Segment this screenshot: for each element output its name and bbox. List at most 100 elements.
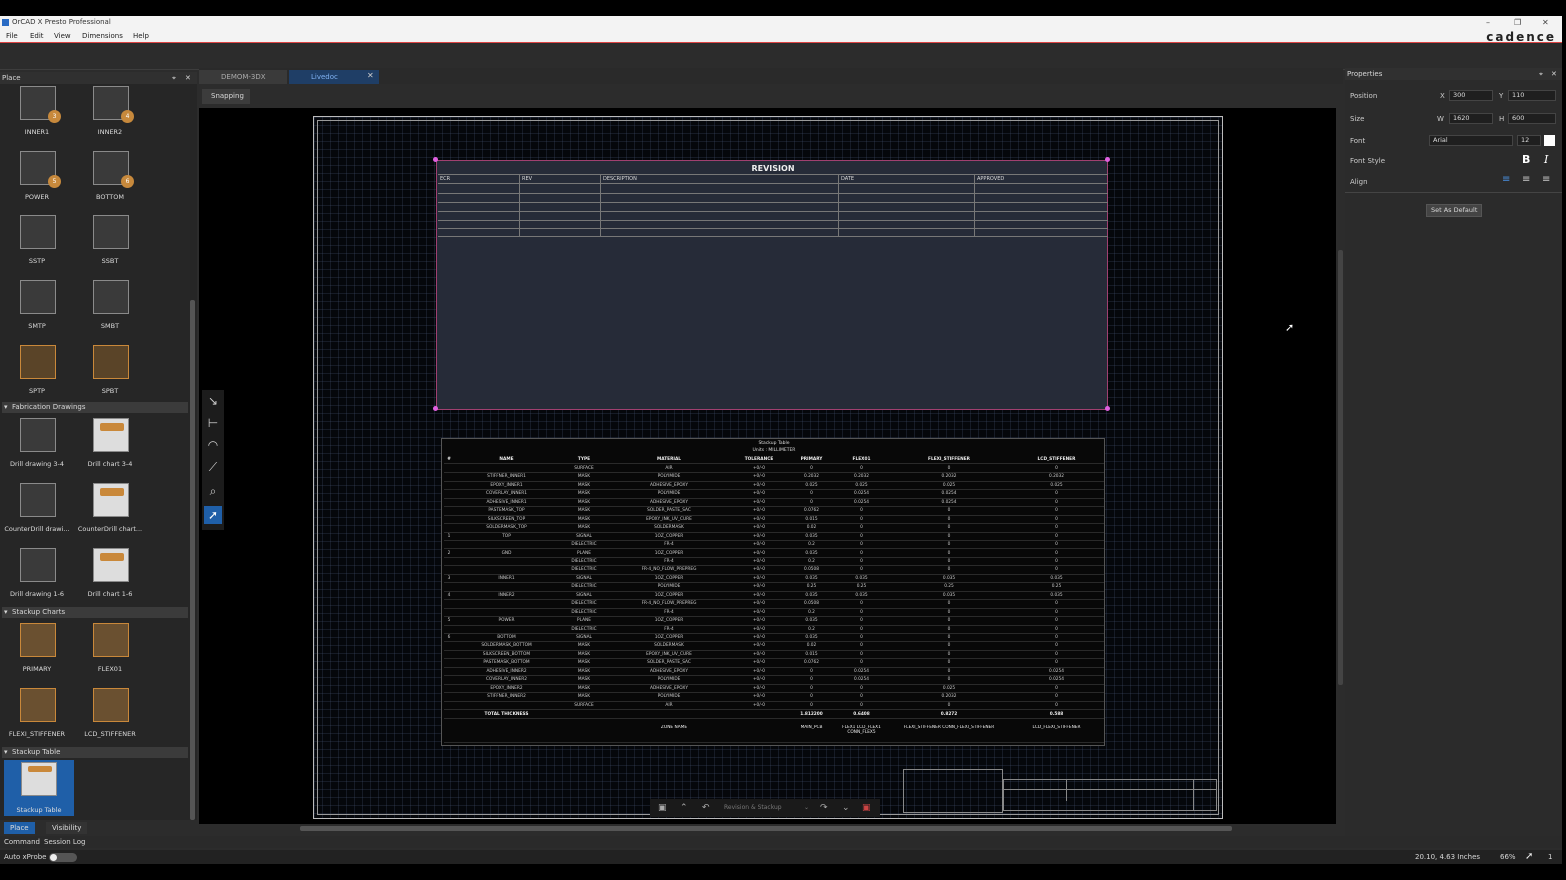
- tab-place[interactable]: Place: [4, 822, 35, 834]
- selection-handle[interactable]: [433, 406, 438, 411]
- align-left-icon[interactable]: ≡: [1502, 174, 1510, 185]
- stackup-cell: PLANE: [577, 618, 591, 624]
- align-right-icon[interactable]: ≡: [1542, 174, 1550, 185]
- tab-close-icon[interactable]: ✕: [367, 71, 374, 80]
- undo-icon[interactable]: ↶: [702, 799, 710, 817]
- font-color-swatch[interactable]: [1544, 135, 1555, 146]
- menu-file[interactable]: File: [6, 29, 18, 43]
- section-fabrication-drawings[interactable]: Fabrication Drawings: [2, 402, 188, 413]
- size-w-input[interactable]: 1620: [1449, 113, 1493, 124]
- line-arrow-icon[interactable]: ↘: [204, 392, 222, 410]
- status-bar: Auto xProbe 20.10, 4.63 Inches 66% ➚ 1: [0, 850, 1562, 864]
- place-item-inner1[interactable]: 3 INNER1: [2, 84, 72, 146]
- arc-icon[interactable]: ◠: [204, 436, 222, 454]
- page-icon[interactable]: ▣: [658, 799, 667, 817]
- set-as-default-button[interactable]: Set As Default: [1426, 204, 1483, 217]
- size-h-input[interactable]: 600: [1508, 113, 1556, 124]
- canvas-horizontal-scrollbar[interactable]: [300, 826, 1232, 831]
- place-item-bottom[interactable]: 6 BOTTOM: [75, 149, 145, 211]
- stackup-cell: 0: [860, 516, 863, 522]
- stackup-table[interactable]: Stackup Table Units : MILLIMETER # NAME TY…: [441, 438, 1105, 746]
- stackup-cell: FLEXI_STIFFENER CONN_FLEXI_STIFFENER: [903, 725, 995, 731]
- selection-handle[interactable]: [1105, 406, 1110, 411]
- font-size-select[interactable]: 12: [1517, 135, 1541, 146]
- place-item-flex01[interactable]: FLEX01: [75, 621, 145, 683]
- font-select[interactable]: Arial: [1429, 135, 1513, 146]
- place-item-flexi-stiffener[interactable]: FLEXI_STIFFENER: [2, 686, 72, 748]
- collapse-up-icon[interactable]: ⌃: [680, 799, 688, 817]
- menu-dimensions[interactable]: Dimensions: [82, 29, 123, 43]
- layer-icon: 4: [93, 86, 134, 123]
- select-cursor-icon[interactable]: ➚: [204, 506, 222, 524]
- place-item-drill-drawing-1-6[interactable]: Drill drawing 1-6: [2, 546, 72, 608]
- place-item-spbt[interactable]: SPBT: [75, 343, 145, 405]
- expand-down-icon[interactable]: ⌄: [842, 799, 850, 817]
- place-item-counterdrill-chart[interactable]: CounterDrill chart...: [75, 481, 145, 543]
- floating-toolbar: ▣ ⌃ ↶ Revision & Stackup ⌄ ↷ ⌄ ▣: [650, 799, 880, 817]
- tab-command[interactable]: Command: [4, 836, 40, 848]
- minimize-icon[interactable]: –: [1486, 16, 1490, 29]
- revision-col-rev: REV: [522, 176, 533, 182]
- panel-close-icon[interactable]: ✕: [1551, 68, 1557, 80]
- place-item-inner2[interactable]: 4 INNER2: [75, 84, 145, 146]
- place-item-counterdrill-drawing[interactable]: CounterDrill drawi...: [2, 481, 72, 543]
- stackup-cell: 0: [947, 609, 951, 615]
- place-item-power[interactable]: 5 POWER: [2, 149, 72, 211]
- italic-button[interactable]: I: [1544, 153, 1548, 166]
- section-stackup-charts[interactable]: Stackup Charts: [2, 607, 188, 618]
- place-item-ssbt[interactable]: SSBT: [75, 213, 145, 275]
- stackup-cell: SOLDERMASK_TOP: [486, 525, 527, 531]
- tab-livedoc[interactable]: Livedoc: [289, 70, 379, 84]
- menu-edit[interactable]: Edit: [30, 29, 44, 43]
- stackup-cell: 0: [860, 702, 863, 708]
- place-item-smtp[interactable]: SMTP: [2, 278, 72, 340]
- stackup-cell: 0: [947, 558, 951, 564]
- menu-help[interactable]: Help: [133, 29, 149, 43]
- stackup-cell: 0: [860, 525, 863, 531]
- stackup-cell: 0.0254: [853, 491, 870, 497]
- align-center-icon[interactable]: ≡: [1522, 174, 1530, 185]
- pin-icon[interactable]: ⌖: [172, 72, 176, 84]
- menu-view[interactable]: View: [54, 29, 71, 43]
- chevron-down-icon[interactable]: ⌄: [804, 799, 809, 817]
- tab-visibility[interactable]: Visibility: [46, 822, 88, 834]
- auto-xprobe-toggle[interactable]: [49, 853, 77, 862]
- tab-demom-3dx[interactable]: DEMOM-3DX: [199, 70, 287, 84]
- selection-handle[interactable]: [1105, 157, 1110, 162]
- zoom-icon[interactable]: ⌕: [204, 482, 222, 500]
- place-item-drill-chart-3-4[interactable]: Drill chart 3-4: [75, 416, 145, 478]
- delete-page-icon[interactable]: ▣: [862, 799, 871, 817]
- place-item-sstp[interactable]: SSTP: [2, 213, 72, 275]
- stackup-cell: 0: [860, 533, 863, 539]
- snapping-button[interactable]: Snapping: [202, 89, 250, 104]
- pin-icon[interactable]: ⌖: [1539, 68, 1543, 80]
- place-item-smbt[interactable]: SMBT: [75, 278, 145, 340]
- panel-close-icon[interactable]: ✕: [185, 72, 191, 84]
- tab-session-log[interactable]: Session Log: [44, 836, 85, 848]
- stackup-cell: +0/-0: [752, 643, 766, 649]
- restore-icon[interactable]: ❐: [1514, 16, 1521, 29]
- stackup-cell: ADHESIVE_INNER2: [486, 668, 527, 674]
- stackup-cell: +0/-0: [752, 491, 766, 497]
- place-item-drill-chart-1-6[interactable]: Drill chart 1-6: [75, 546, 145, 608]
- stackup-cell: 0: [947, 533, 951, 539]
- measure-icon[interactable]: ⟋: [204, 458, 222, 476]
- revision-block[interactable]: REVISION ECR REV DESCRIPTION DATE APPROV…: [436, 160, 1108, 410]
- place-item-primary[interactable]: PRIMARY: [2, 621, 72, 683]
- close-icon[interactable]: ✕: [1542, 16, 1549, 29]
- place-item-drill-drawing-3-4[interactable]: Drill drawing 3-4: [2, 416, 72, 478]
- position-x-input[interactable]: 300: [1449, 90, 1493, 101]
- place-item-stackup-table[interactable]: Stackup Table: [4, 760, 74, 816]
- stackup-cell: 0: [1055, 651, 1058, 657]
- redo-icon[interactable]: ↷: [820, 799, 828, 817]
- section-stackup-table[interactable]: Stackup Table: [2, 747, 188, 758]
- dimension-icon[interactable]: ⊢: [204, 414, 222, 432]
- position-y-input[interactable]: 110: [1508, 90, 1556, 101]
- bold-button[interactable]: B: [1522, 153, 1530, 166]
- place-panel-scrollbar[interactable]: [190, 300, 195, 820]
- place-item-sptp[interactable]: SPTP: [2, 343, 72, 405]
- selection-handle[interactable]: [433, 157, 438, 162]
- soldermask-icon: [20, 280, 56, 314]
- canvas-vertical-scrollbar[interactable]: [1338, 250, 1343, 685]
- place-item-lcd-stiffener[interactable]: LCD_STIFFENER: [75, 686, 145, 748]
